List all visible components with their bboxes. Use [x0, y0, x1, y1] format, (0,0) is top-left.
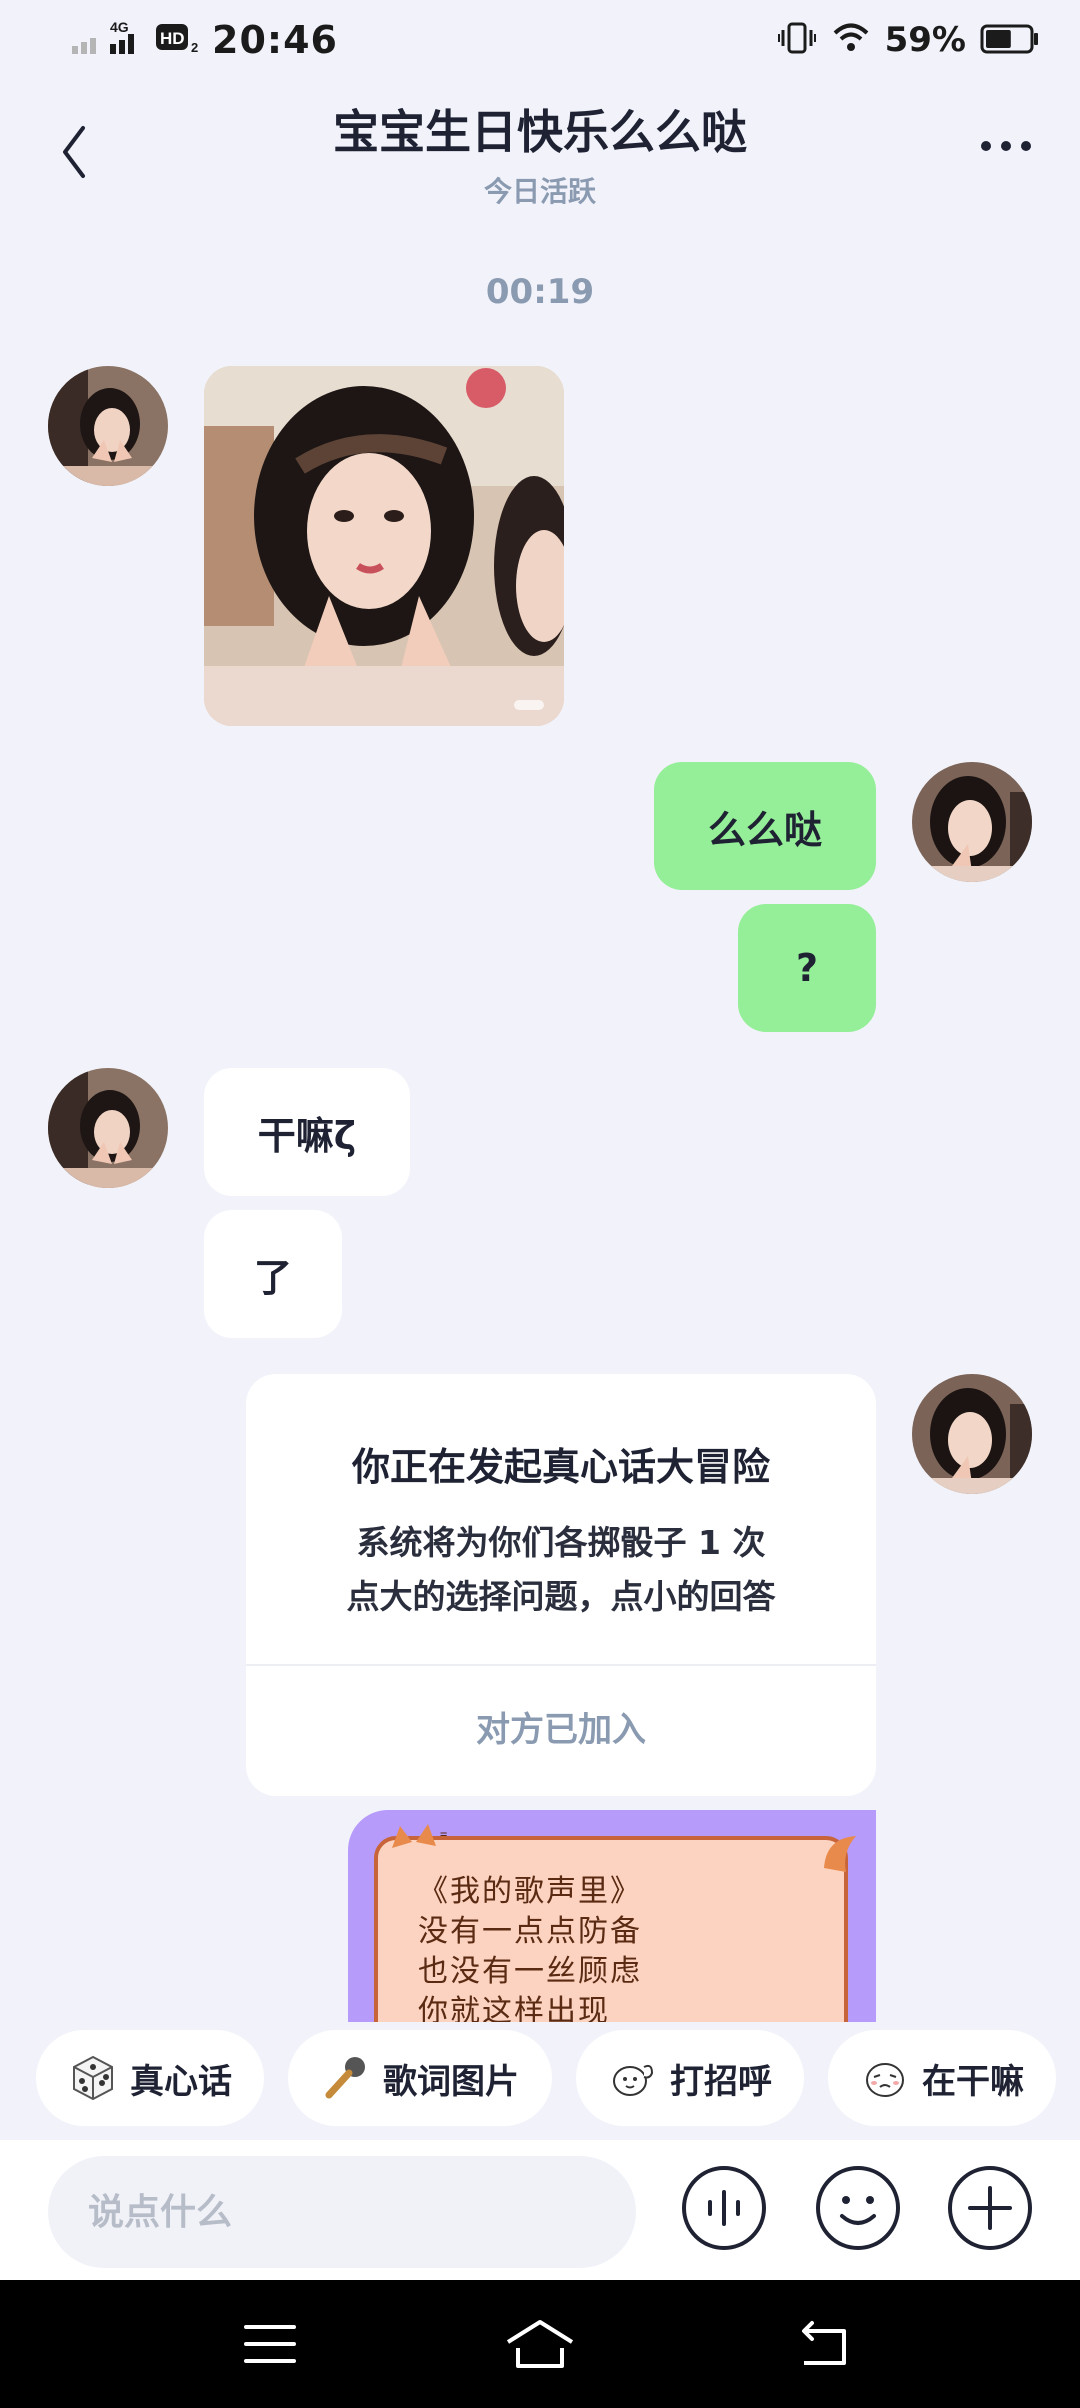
home-nav-button[interactable] [500, 2306, 580, 2382]
chat-screen: 4G HD 2 20:46 59% 宝宝生日快乐么么哒 今日活跃 00:19 么… [0, 0, 1080, 2408]
menu-icon [244, 2325, 296, 2363]
face-sticker-icon [860, 2053, 910, 2103]
my-message-bubble[interactable]: 么么哒 [654, 762, 876, 890]
cat-tail-icon [824, 1836, 856, 1872]
status-left: 4G HD 2 20:46 [70, 18, 338, 62]
hd-sub-label: 2 [191, 40, 198, 55]
wave-sticker-icon [608, 2053, 658, 2103]
more-options-button[interactable] [966, 124, 1046, 168]
system-nav-bar [0, 2280, 1080, 2408]
card-join-status: 对方已加入 [476, 1710, 646, 1750]
emoji-button[interactable] [814, 2164, 902, 2252]
their-message-bubble[interactable]: 干嘛ζ [204, 1068, 410, 1196]
contact-avatar[interactable] [48, 1068, 168, 1188]
message-text: 干嘛ζ [257, 1113, 357, 1158]
image-message[interactable] [204, 366, 564, 726]
back-nav-button[interactable] [784, 2306, 864, 2382]
card-divider [246, 1664, 876, 1666]
message-timestamp: 00:19 [485, 272, 595, 312]
battery-percent: 59% [884, 20, 966, 60]
microphone-icon [321, 2053, 371, 2103]
contact-avatar[interactable] [48, 366, 168, 486]
network-type: 4G [110, 19, 129, 35]
menu-nav-button[interactable] [230, 2306, 310, 2382]
my-message-bubble[interactable]: ? [738, 904, 876, 1032]
chat-title: 宝宝生日快乐么么哒 [333, 105, 747, 159]
active-status: 今日活跃 [483, 175, 596, 208]
quick-action-label: 真心话 [130, 2061, 232, 2102]
quick-action-label: 打招呼 [670, 2061, 772, 2102]
message-text: 么么哒 [707, 807, 822, 852]
plus-icon [948, 2166, 1032, 2250]
message-input-bar [0, 2140, 1080, 2280]
add-button[interactable] [946, 2164, 1034, 2252]
their-message-bubble[interactable]: 了 [204, 1210, 342, 1338]
quick-action-label: 在干嘛 [922, 2061, 1024, 2102]
wifi-icon [831, 18, 871, 62]
quick-action-whatsup[interactable]: 在干嘛 [828, 2030, 1056, 2126]
voice-button[interactable] [680, 2164, 768, 2252]
message-input[interactable] [48, 2156, 636, 2268]
my-avatar[interactable] [912, 762, 1032, 882]
cat-ears-icon: = [392, 1824, 447, 1848]
voice-wave-icon [682, 2166, 766, 2250]
chat-header: 宝宝生日快乐么么哒 今日活跃 [0, 84, 1080, 224]
more-dot [981, 141, 991, 151]
signal-icon: 4G [70, 18, 144, 62]
message-text: 了 [253, 1255, 292, 1300]
home-icon [506, 2320, 574, 2368]
status-right: 59% [777, 18, 1040, 62]
quick-action-lyrics[interactable]: 歌词图片 [288, 2030, 552, 2126]
card-title: 你正在发起真心话大冒险 [351, 1445, 770, 1489]
quick-actions-bar: 真心话 歌词图片 打招呼 在干嘛 [0, 1904, 1080, 2140]
message-text: ? [795, 946, 819, 990]
vibrate-icon [777, 18, 817, 62]
quick-action-truth[interactable]: 真心话 [36, 2030, 264, 2126]
quick-action-label: 歌词图片 [383, 2061, 519, 2102]
card-description-line: 系统将为你们各掷骰子 1 次 [356, 1523, 766, 1562]
dice-icon [68, 2053, 118, 2103]
hd-label: HD [160, 29, 185, 48]
truth-or-dare-card[interactable]: 你正在发起真心话大冒险 系统将为你们各掷骰子 1 次 点大的选择问题，点小的回答… [246, 1374, 876, 1796]
battery-icon [980, 18, 1040, 62]
back-arrow-icon [802, 2321, 846, 2365]
smiley-icon [816, 2166, 900, 2250]
svg-text:=: = [440, 1827, 447, 1841]
status-bar: 4G HD 2 20:46 59% [0, 0, 1080, 84]
status-time: 20:46 [212, 18, 338, 62]
hd-badge-icon: HD 2 [154, 18, 202, 62]
more-dot [1001, 141, 1011, 151]
more-dot [1021, 141, 1031, 151]
my-avatar[interactable] [912, 1374, 1032, 1494]
card-description-line: 点大的选择问题，点小的回答 [346, 1577, 776, 1616]
quick-action-greet[interactable]: 打招呼 [576, 2030, 804, 2126]
